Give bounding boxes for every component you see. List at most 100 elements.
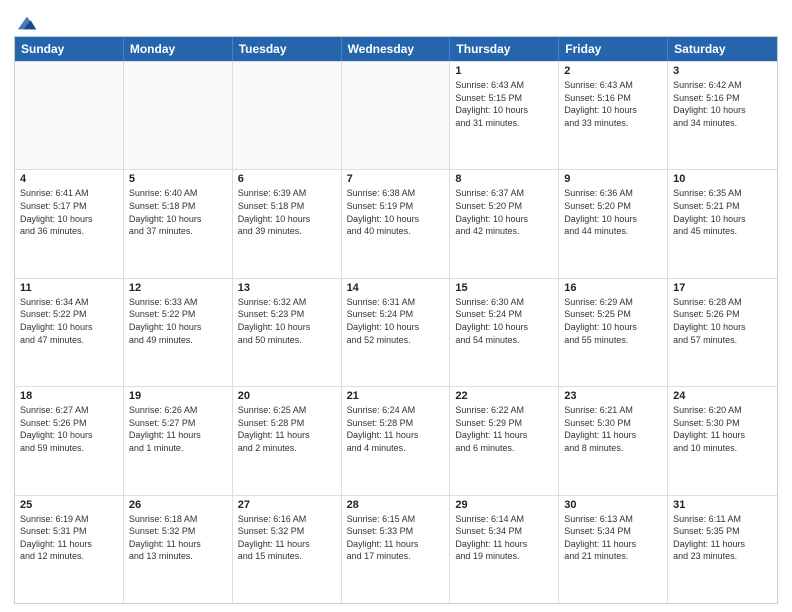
day-number: 2 [564,65,662,77]
day-cell: 13 Sunrise: 6:32 AM Sunset: 5:23 PM Dayli… [233,279,342,386]
day-cell: 8 Sunrise: 6:37 AM Sunset: 5:20 PM Daylig… [450,170,559,277]
day-info: Sunrise: 6:36 AM Sunset: 5:20 PM Dayligh… [564,187,662,237]
day-number: 19 [129,390,227,402]
day-info: Sunrise: 6:42 AM Sunset: 5:16 PM Dayligh… [673,79,772,129]
day-number: 20 [238,390,336,402]
day-info: Sunrise: 6:35 AM Sunset: 5:21 PM Dayligh… [673,187,772,237]
day-number: 26 [129,499,227,511]
day-info: Sunrise: 6:28 AM Sunset: 5:26 PM Dayligh… [673,296,772,346]
day-cell: 4Sunrise: 6:41 AM Sunset: 5:17 PM Daylig… [15,170,124,277]
day-number: 25 [20,499,118,511]
day-info: Sunrise: 6:18 AM Sunset: 5:32 PM Dayligh… [129,513,227,563]
day-cell: 21 Sunrise: 6:24 AM Sunset: 5:28 PM Dayli… [342,387,451,494]
day-info: Sunrise: 6:26 AM Sunset: 5:27 PM Dayligh… [129,404,227,454]
day-headers: SundayMondayTuesdayWednesdayThursdayFrid… [15,37,777,61]
week-row: 1 Sunrise: 6:43 AM Sunset: 5:15 PM Daylig… [15,61,777,169]
day-header: Sunday [15,37,124,61]
day-number: 21 [347,390,445,402]
day-number: 28 [347,499,445,511]
day-number: 12 [129,282,227,294]
day-cell: 3 Sunrise: 6:42 AM Sunset: 5:16 PM Daylig… [668,62,777,169]
day-info: Sunrise: 6:21 AM Sunset: 5:30 PM Dayligh… [564,404,662,454]
day-cell: 27Sunrise: 6:16 AM Sunset: 5:32 PM Dayli… [233,496,342,603]
day-number: 7 [347,173,445,185]
day-number: 31 [673,499,772,511]
day-header: Friday [559,37,668,61]
day-cell: 15 Sunrise: 6:30 AM Sunset: 5:24 PM Dayli… [450,279,559,386]
day-cell [342,62,451,169]
day-number: 27 [238,499,336,511]
day-number: 16 [564,282,662,294]
day-cell: 19 Sunrise: 6:26 AM Sunset: 5:27 PM Dayli… [124,387,233,494]
day-number: 14 [347,282,445,294]
day-info: Sunrise: 6:43 AM Sunset: 5:16 PM Dayligh… [564,79,662,129]
day-info: Sunrise: 6:37 AM Sunset: 5:20 PM Dayligh… [455,187,553,237]
day-cell: 6Sunrise: 6:39 AM Sunset: 5:18 PM Daylig… [233,170,342,277]
day-cell: 28 Sunrise: 6:15 AM Sunset: 5:33 PM Dayli… [342,496,451,603]
logo-text [14,14,38,32]
day-number: 1 [455,65,553,77]
logo [14,14,38,32]
day-info: Sunrise: 6:33 AM Sunset: 5:22 PM Dayligh… [129,296,227,346]
day-number: 9 [564,173,662,185]
day-cell: 24Sunrise: 6:20 AM Sunset: 5:30 PM Dayli… [668,387,777,494]
day-header: Monday [124,37,233,61]
day-info: Sunrise: 6:27 AM Sunset: 5:26 PM Dayligh… [20,404,118,454]
day-number: 13 [238,282,336,294]
day-cell: 31 Sunrise: 6:11 AM Sunset: 5:35 PM Dayli… [668,496,777,603]
day-cell: 11 Sunrise: 6:34 AM Sunset: 5:22 PM Dayli… [15,279,124,386]
day-cell: 7 Sunrise: 6:38 AM Sunset: 5:19 PM Daylig… [342,170,451,277]
day-info: Sunrise: 6:30 AM Sunset: 5:24 PM Dayligh… [455,296,553,346]
page: SundayMondayTuesdayWednesdayThursdayFrid… [0,0,792,612]
week-row: 11 Sunrise: 6:34 AM Sunset: 5:22 PM Dayli… [15,278,777,386]
day-number: 3 [673,65,772,77]
weeks: 1 Sunrise: 6:43 AM Sunset: 5:15 PM Daylig… [15,61,777,603]
day-header: Saturday [668,37,777,61]
day-cell [233,62,342,169]
day-info: Sunrise: 6:13 AM Sunset: 5:34 PM Dayligh… [564,513,662,563]
day-cell: 30Sunrise: 6:13 AM Sunset: 5:34 PM Dayli… [559,496,668,603]
day-info: Sunrise: 6:40 AM Sunset: 5:18 PM Dayligh… [129,187,227,237]
day-info: Sunrise: 6:11 AM Sunset: 5:35 PM Dayligh… [673,513,772,563]
day-info: Sunrise: 6:19 AM Sunset: 5:31 PM Dayligh… [20,513,118,563]
day-cell: 5 Sunrise: 6:40 AM Sunset: 5:18 PM Daylig… [124,170,233,277]
day-info: Sunrise: 6:14 AM Sunset: 5:34 PM Dayligh… [455,513,553,563]
day-number: 4 [20,173,118,185]
day-cell [124,62,233,169]
day-info: Sunrise: 6:39 AM Sunset: 5:18 PM Dayligh… [238,187,336,237]
day-info: Sunrise: 6:25 AM Sunset: 5:28 PM Dayligh… [238,404,336,454]
day-header: Tuesday [233,37,342,61]
week-row: 25 Sunrise: 6:19 AM Sunset: 5:31 PM Dayli… [15,495,777,603]
day-cell [15,62,124,169]
day-number: 22 [455,390,553,402]
day-cell: 14Sunrise: 6:31 AM Sunset: 5:24 PM Dayli… [342,279,451,386]
day-info: Sunrise: 6:20 AM Sunset: 5:30 PM Dayligh… [673,404,772,454]
day-number: 17 [673,282,772,294]
week-row: 18 Sunrise: 6:27 AM Sunset: 5:26 PM Dayli… [15,386,777,494]
week-row: 4Sunrise: 6:41 AM Sunset: 5:17 PM Daylig… [15,169,777,277]
day-number: 29 [455,499,553,511]
day-cell: 9 Sunrise: 6:36 AM Sunset: 5:20 PM Daylig… [559,170,668,277]
day-number: 11 [20,282,118,294]
calendar: SundayMondayTuesdayWednesdayThursdayFrid… [14,36,778,604]
day-info: Sunrise: 6:38 AM Sunset: 5:19 PM Dayligh… [347,187,445,237]
day-number: 23 [564,390,662,402]
day-info: Sunrise: 6:32 AM Sunset: 5:23 PM Dayligh… [238,296,336,346]
day-header: Thursday [450,37,559,61]
day-cell: 10Sunrise: 6:35 AM Sunset: 5:21 PM Dayli… [668,170,777,277]
day-number: 15 [455,282,553,294]
day-info: Sunrise: 6:34 AM Sunset: 5:22 PM Dayligh… [20,296,118,346]
day-cell: 29 Sunrise: 6:14 AM Sunset: 5:34 PM Dayli… [450,496,559,603]
day-info: Sunrise: 6:15 AM Sunset: 5:33 PM Dayligh… [347,513,445,563]
day-info: Sunrise: 6:43 AM Sunset: 5:15 PM Dayligh… [455,79,553,129]
day-cell: 2 Sunrise: 6:43 AM Sunset: 5:16 PM Daylig… [559,62,668,169]
day-cell: 1 Sunrise: 6:43 AM Sunset: 5:15 PM Daylig… [450,62,559,169]
day-number: 5 [129,173,227,185]
day-info: Sunrise: 6:29 AM Sunset: 5:25 PM Dayligh… [564,296,662,346]
day-info: Sunrise: 6:24 AM Sunset: 5:28 PM Dayligh… [347,404,445,454]
day-number: 8 [455,173,553,185]
day-cell: 22 Sunrise: 6:22 AM Sunset: 5:29 PM Dayli… [450,387,559,494]
day-info: Sunrise: 6:22 AM Sunset: 5:29 PM Dayligh… [455,404,553,454]
day-number: 18 [20,390,118,402]
day-cell: 20 Sunrise: 6:25 AM Sunset: 5:28 PM Dayli… [233,387,342,494]
